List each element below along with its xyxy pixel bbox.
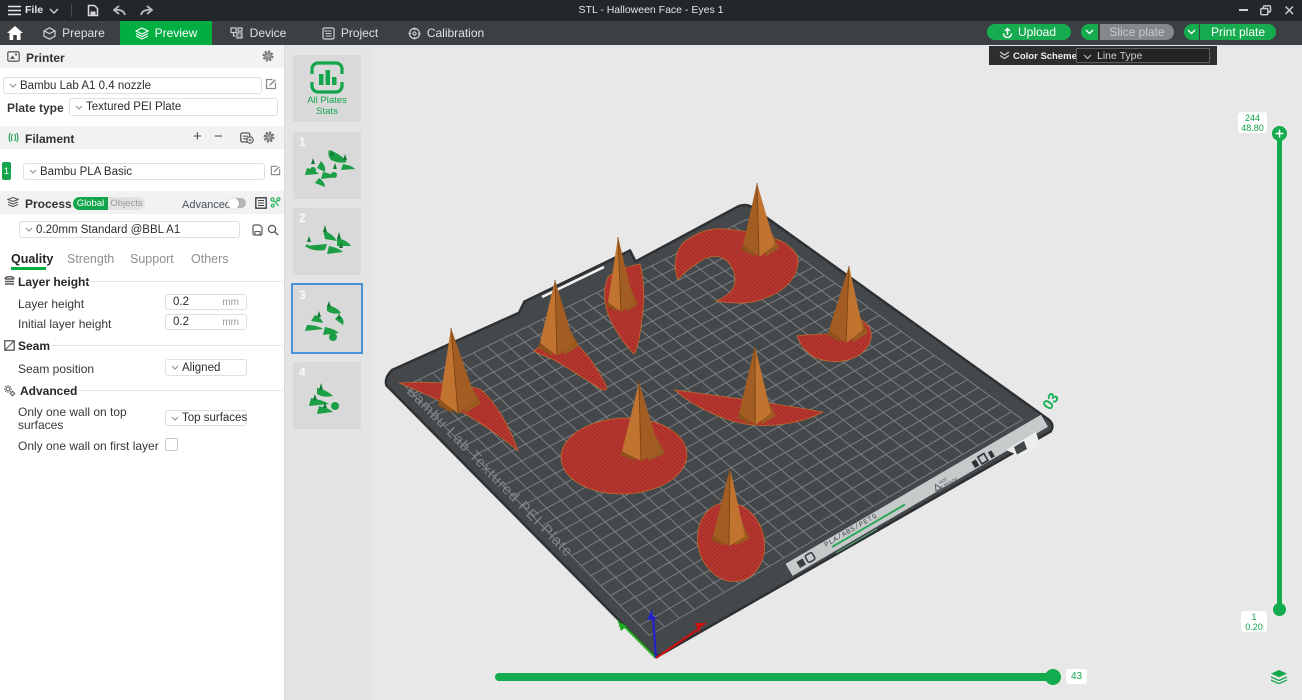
svg-text:H: H — [238, 33, 241, 38]
svg-text:03: 03 — [1039, 390, 1062, 413]
